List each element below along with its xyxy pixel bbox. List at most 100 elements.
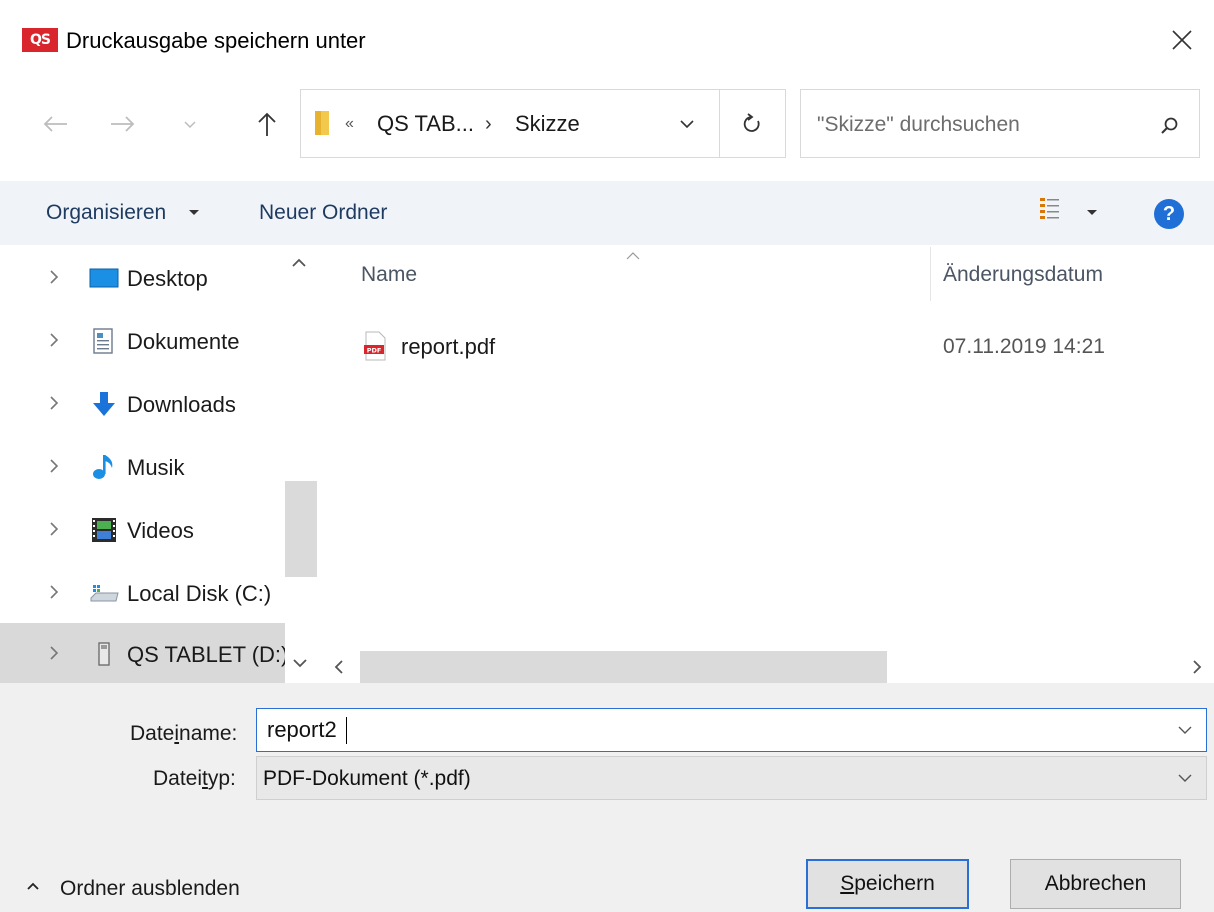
- file-name[interactable]: report.pdf: [401, 333, 495, 361]
- breadcrumb-segment[interactable]: Skizze: [515, 110, 580, 138]
- sidebar-item-label: Dokumente: [127, 329, 240, 354]
- recent-locations-button[interactable]: [170, 104, 210, 144]
- address-bar[interactable]: « QS TAB... › Skizze: [300, 89, 786, 158]
- search-icon: [1161, 117, 1178, 134]
- up-button[interactable]: [244, 104, 290, 144]
- window-title: Druckausgabe speichern unter: [66, 28, 366, 53]
- desktop-icon: [89, 268, 119, 288]
- close-icon: [1172, 30, 1192, 50]
- column-header-name[interactable]: Name: [361, 261, 417, 289]
- refresh-icon: [743, 113, 760, 132]
- chevron-down-icon: [184, 121, 196, 129]
- arrow-left-icon: [43, 116, 67, 132]
- chevron-down-icon[interactable]: [1173, 719, 1197, 741]
- usb-drive-icon: [98, 642, 110, 666]
- music-icon: [93, 455, 113, 479]
- file-list: Name Änderungsdatum PDF report.pdf 07.11…: [325, 245, 1214, 683]
- caret-down-icon[interactable]: [1087, 210, 1097, 215]
- downloads-icon: [93, 392, 115, 416]
- filetype-value[interactable]: PDF-Dokument (*.pdf): [263, 765, 471, 793]
- chevron-right-icon[interactable]: [46, 330, 62, 350]
- save-options-panel: Dateiname: report2 Dateityp: PDF-Dokumen…: [0, 683, 1214, 912]
- chevron-right-icon[interactable]: [46, 456, 62, 476]
- folder-icon: [313, 109, 333, 137]
- local-disk-icon: [90, 585, 119, 602]
- cancel-button[interactable]: Abbrechen: [1010, 859, 1181, 909]
- sort-ascending-icon: [626, 252, 640, 260]
- search-input[interactable]: "Skizze" durchsuchen: [817, 111, 1020, 139]
- address-dropdown-button[interactable]: [669, 106, 705, 142]
- back-button[interactable]: [30, 104, 80, 144]
- sidebar-item-label: QS TABLET (D:): [127, 642, 289, 667]
- sidebar-item-documents[interactable]: Dokumente: [0, 310, 285, 372]
- refresh-button[interactable]: [731, 104, 775, 144]
- filename-input[interactable]: report2: [256, 708, 1207, 752]
- scroll-down-icon[interactable]: [291, 654, 309, 672]
- chevron-down-icon: [680, 120, 694, 129]
- label-part: Datei: [153, 767, 203, 790]
- details-view-icon: [1040, 198, 1059, 219]
- filetype-label: Dateityp:: [153, 765, 236, 793]
- hide-folders-label[interactable]: Ordner ausblenden: [60, 875, 240, 903]
- sidebar-item-label: Local Disk (C:): [127, 581, 272, 606]
- label-part: peichern: [854, 872, 935, 895]
- chevron-right-icon[interactable]: [46, 267, 62, 287]
- sidebar-scroll-thumb[interactable]: [285, 481, 317, 577]
- arrow-right-icon: [111, 116, 135, 132]
- organize-button[interactable]: Organisieren: [46, 199, 166, 227]
- sidebar-item-qs-tablet[interactable]: QS TABLET (D:): [0, 623, 289, 683]
- sidebar-item-label: Downloads: [127, 392, 236, 417]
- label-accelerator: S: [840, 872, 855, 895]
- arrow-up-icon: [258, 112, 276, 136]
- chevron-right-icon[interactable]: [46, 519, 62, 539]
- command-bar: Organisieren Neuer Ordner ?: [0, 181, 1214, 245]
- sidebar-item-desktop[interactable]: Desktop: [0, 247, 285, 309]
- address-divider: [719, 90, 720, 157]
- search-box[interactable]: "Skizze" durchsuchen: [800, 89, 1200, 158]
- chevron-right-icon[interactable]: [46, 582, 62, 602]
- videos-icon: [92, 518, 116, 542]
- scroll-up-icon[interactable]: [290, 254, 308, 272]
- documents-icon: [93, 328, 113, 354]
- close-button[interactable]: [1160, 20, 1204, 60]
- app-logo: QS: [22, 28, 58, 52]
- filename-label: Dateiname:: [130, 720, 237, 748]
- caret-down-icon[interactable]: [189, 210, 199, 215]
- label-part: yp:: [207, 767, 236, 790]
- scroll-right-icon[interactable]: [1187, 657, 1207, 677]
- breadcrumb-segment[interactable]: QS TAB...: [377, 110, 474, 138]
- chevron-right-icon[interactable]: [46, 643, 62, 663]
- forward-button[interactable]: [98, 104, 148, 144]
- address-overflow-chevrons[interactable]: «: [345, 112, 354, 136]
- view-options-button[interactable]: [1036, 194, 1066, 228]
- title-bar: QS Druckausgabe speichern unter: [0, 0, 1214, 82]
- sidebar-item-videos[interactable]: Videos: [0, 499, 285, 561]
- sidebar-item-label: Desktop: [127, 266, 208, 291]
- sidebar-scrollbar[interactable]: [285, 245, 317, 683]
- label-part: name:: [179, 722, 238, 745]
- sidebar-item-label: Videos: [127, 518, 194, 543]
- scroll-left-icon[interactable]: [329, 657, 349, 677]
- sidebar-item-local-disk[interactable]: Local Disk (C:): [0, 562, 285, 624]
- file-row[interactable]: PDF report.pdf 07.11.2019 14:21: [325, 323, 1214, 371]
- file-date-modified: 07.11.2019 14:21: [943, 335, 1105, 358]
- search-button[interactable]: [1151, 108, 1187, 144]
- label-part: Date: [130, 722, 175, 745]
- column-header-date-modified[interactable]: Änderungsdatum: [943, 261, 1103, 289]
- help-button[interactable]: ?: [1154, 199, 1184, 229]
- horizontal-scrollbar[interactable]: [325, 651, 1214, 683]
- chevron-down-icon[interactable]: [1173, 767, 1197, 789]
- navigation-pane: Desktop Dokumente Downloads Musik Videos…: [0, 245, 320, 683]
- sidebar-item-label: Musik: [127, 455, 185, 480]
- pdf-file-icon: PDF: [364, 331, 386, 361]
- new-folder-button[interactable]: Neuer Ordner: [259, 199, 387, 227]
- save-button[interactable]: Speichern: [806, 859, 969, 909]
- column-divider[interactable]: [930, 247, 931, 301]
- chevron-right-icon[interactable]: [46, 393, 62, 413]
- sidebar-item-music[interactable]: Musik: [0, 436, 285, 498]
- sidebar-item-downloads[interactable]: Downloads: [0, 373, 285, 435]
- filename-value[interactable]: report2: [267, 716, 337, 744]
- horizontal-scroll-thumb[interactable]: [360, 651, 887, 683]
- breadcrumb-separator[interactable]: ›: [485, 110, 492, 138]
- filetype-select[interactable]: PDF-Dokument (*.pdf): [256, 756, 1207, 800]
